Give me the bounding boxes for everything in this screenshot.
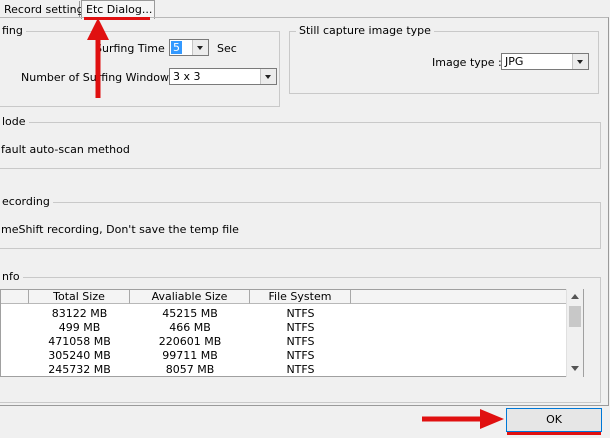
recording-legend: ecording	[0, 195, 53, 208]
surfing-time-unit: Sec	[217, 42, 237, 55]
surfing-windows-select[interactable]: 3 x 3	[169, 68, 277, 85]
surfing-time-select[interactable]: 5	[169, 39, 209, 56]
available-size-cell: 220601 MB	[158, 335, 222, 348]
scrollbar-thumb[interactable]	[569, 306, 581, 327]
chevron-down-icon[interactable]	[192, 40, 208, 55]
info-legend: nfo	[0, 270, 23, 283]
surfing-legend: fing	[0, 24, 26, 37]
tab-record-setting[interactable]: Record setting	[0, 1, 84, 18]
column-header-drive[interactable]	[1, 290, 29, 304]
recording-group: ecording meShift recording, Don't save t…	[0, 195, 601, 249]
ok-button[interactable]: OK	[506, 408, 602, 432]
column-header-available-size[interactable]: Avaliable Size	[130, 290, 250, 304]
image-type-select[interactable]: JPG	[501, 53, 589, 70]
still-capture-group: Still capture image type Image type : JP…	[289, 24, 599, 94]
file-system-cell: NTFS	[286, 321, 315, 334]
column-header-total-size[interactable]: Total Size	[29, 290, 130, 304]
file-system-cell: NTFS	[286, 363, 315, 376]
available-size-cell: 466 MB	[169, 321, 211, 334]
total-size-cell: 499 MB	[58, 321, 101, 334]
file-system-cell: NTFS	[286, 349, 315, 362]
column-header-filler	[351, 290, 567, 304]
total-size-cell: 83122 MB	[51, 307, 108, 320]
red-arrow-right-icon	[422, 409, 504, 429]
total-size-cell: 305240 MB	[48, 349, 111, 362]
surfing-time-value: 5	[171, 41, 182, 54]
table-scrollbar[interactable]	[566, 289, 583, 377]
total-size-cell: 245732 MB	[48, 363, 111, 376]
red-arrow-up-icon	[87, 18, 109, 98]
ok-underline-mark	[507, 432, 601, 435]
total-size-cell: 471058 MB	[48, 335, 111, 348]
still-capture-legend: Still capture image type	[296, 24, 434, 37]
surfing-group: fing Surfing Time : 5 Sec Number of Surf…	[0, 24, 280, 107]
scroll-up-arrow-icon[interactable]	[567, 289, 583, 305]
file-system-cell: NTFS	[286, 335, 315, 348]
drive-table: Total Size Avaliable Size File System 83…	[0, 289, 584, 377]
image-type-label: Image type :	[432, 56, 502, 69]
available-size-cell: 8057 MB	[165, 363, 215, 376]
chevron-down-icon[interactable]	[572, 54, 588, 69]
chevron-down-icon[interactable]	[260, 69, 276, 84]
file-system-cell: NTFS	[286, 307, 315, 320]
scroll-down-arrow-icon[interactable]	[567, 360, 583, 376]
available-size-cell: 45215 MB	[162, 307, 218, 320]
available-size-cell: 99711 MB	[162, 349, 218, 362]
surfing-windows-value: 3 x 3	[173, 70, 201, 83]
image-type-value: JPG	[505, 55, 524, 68]
recording-text: meShift recording, Don't save the temp f…	[1, 223, 239, 236]
mode-legend: lode	[0, 115, 29, 128]
mode-text: fault auto-scan method	[1, 143, 130, 156]
column-header-file-system[interactable]: File System	[250, 290, 351, 304]
mode-group: lode fault auto-scan method	[0, 115, 601, 169]
